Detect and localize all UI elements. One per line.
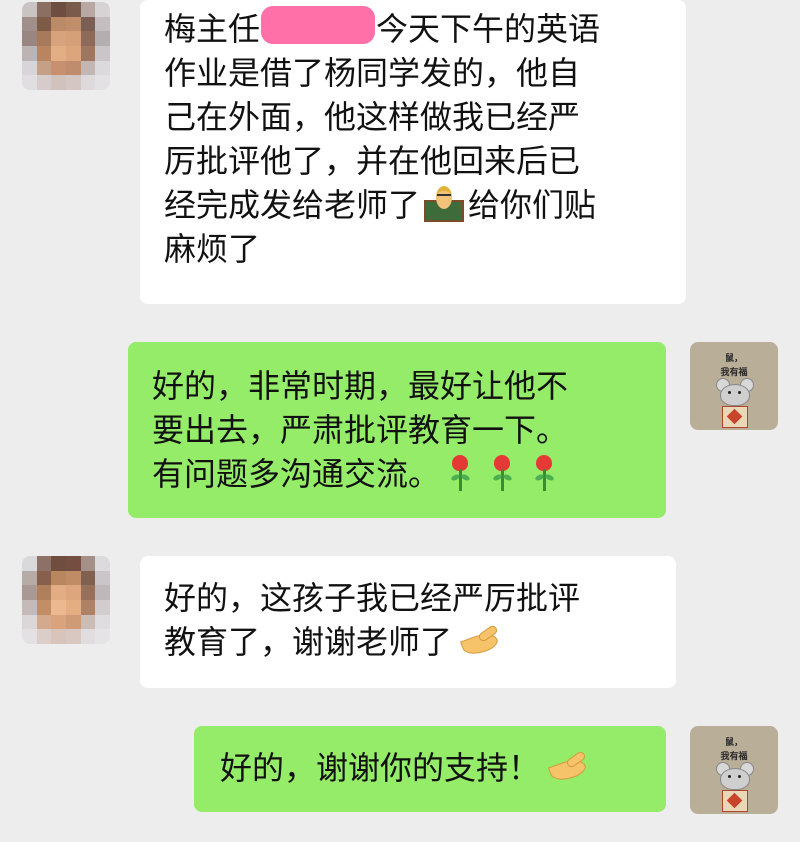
message-bubble-outgoing[interactable]: 好的，非常时期，最好让他不 要出去，严肃批评教育一下。 有问题多沟通交流。 — [128, 342, 666, 518]
ok-hand-emoji-icon — [460, 624, 501, 659]
message-line: 麻烦了 — [164, 230, 261, 268]
fu-character-sign-icon — [722, 406, 748, 428]
sender-avatar[interactable] — [22, 2, 110, 90]
message-line: 给你们贴 — [468, 186, 597, 224]
fu-character-sign-icon — [722, 790, 748, 812]
redaction-mark — [261, 6, 376, 44]
message-line: 作业是借了杨同学发的，他自 — [164, 54, 581, 92]
sticker-text: 鼠， — [724, 354, 743, 364]
message-line: 教育了，谢谢老师了 — [164, 623, 453, 661]
pixelated-avatar-image — [22, 556, 110, 644]
message-text: 好的，非常时期，最好让他不 要出去，严肃批评教育一下。 有问题多沟通交流。 — [152, 364, 646, 496]
sticker-text: 我有福 — [720, 368, 748, 378]
ok-hand-emoji-icon — [548, 750, 589, 785]
message-line: 今天下午的英语 — [376, 10, 601, 48]
message-line: 己在外面，他这样做我已经严 — [164, 98, 581, 136]
message-text: 好的，谢谢你的支持！ — [220, 746, 646, 790]
rose-emoji-icon — [490, 455, 514, 491]
mouse-sticker-avatar-image: 鼠， 我有福 — [690, 726, 778, 814]
message-bubble-outgoing[interactable]: 好的，谢谢你的支持！ — [194, 726, 666, 812]
message-line: 好的，这孩子我已经严厉批评 — [164, 579, 581, 617]
my-avatar[interactable]: 鼠， 我有福 — [690, 726, 778, 814]
message-line: 梅主任 — [164, 10, 261, 48]
message-line: 好的，谢谢你的支持！ — [220, 749, 541, 787]
message-line: 好的，非常时期，最好让他不 — [152, 367, 569, 405]
pixelated-avatar-image — [22, 2, 110, 90]
rose-emoji-icon — [532, 455, 556, 491]
message-text: 梅主任 今天下午的英语 作业是借了杨同学发的，他自 己在外面，他这样做我已经严 厉… — [164, 6, 662, 271]
sticker-text: 我有福 — [720, 752, 748, 762]
sticker-text: 鼠， — [724, 738, 743, 748]
rose-emoji-icon — [448, 455, 472, 491]
chat-window: 梅主任 今天下午的英语 作业是借了杨同学发的，他自 己在外面，他这样做我已经严 厉… — [0, 0, 800, 842]
message-line: 厉批评他了，并在他回来后已 — [164, 142, 581, 180]
sender-avatar[interactable] — [22, 556, 110, 644]
message-bubble-incoming[interactable]: 好的，这孩子我已经严厉批评 教育了，谢谢老师了 — [140, 556, 676, 688]
message-line: 要出去，严肃批评教育一下。 — [152, 411, 569, 449]
message-bubble-incoming[interactable]: 梅主任 今天下午的英语 作业是借了杨同学发的，他自 己在外面，他这样做我已经严 厉… — [140, 0, 686, 304]
mouse-sticker-avatar-image: 鼠， 我有福 — [690, 342, 778, 430]
my-avatar[interactable]: 鼠， 我有福 — [690, 342, 778, 430]
teacher-emoji-icon — [424, 186, 465, 222]
message-line: 经完成发给老师了 — [164, 186, 421, 224]
message-line: 有问题多沟通交流。 — [152, 455, 441, 493]
message-text: 好的，这孩子我已经严厉批评 教育了，谢谢老师了 — [164, 576, 652, 664]
